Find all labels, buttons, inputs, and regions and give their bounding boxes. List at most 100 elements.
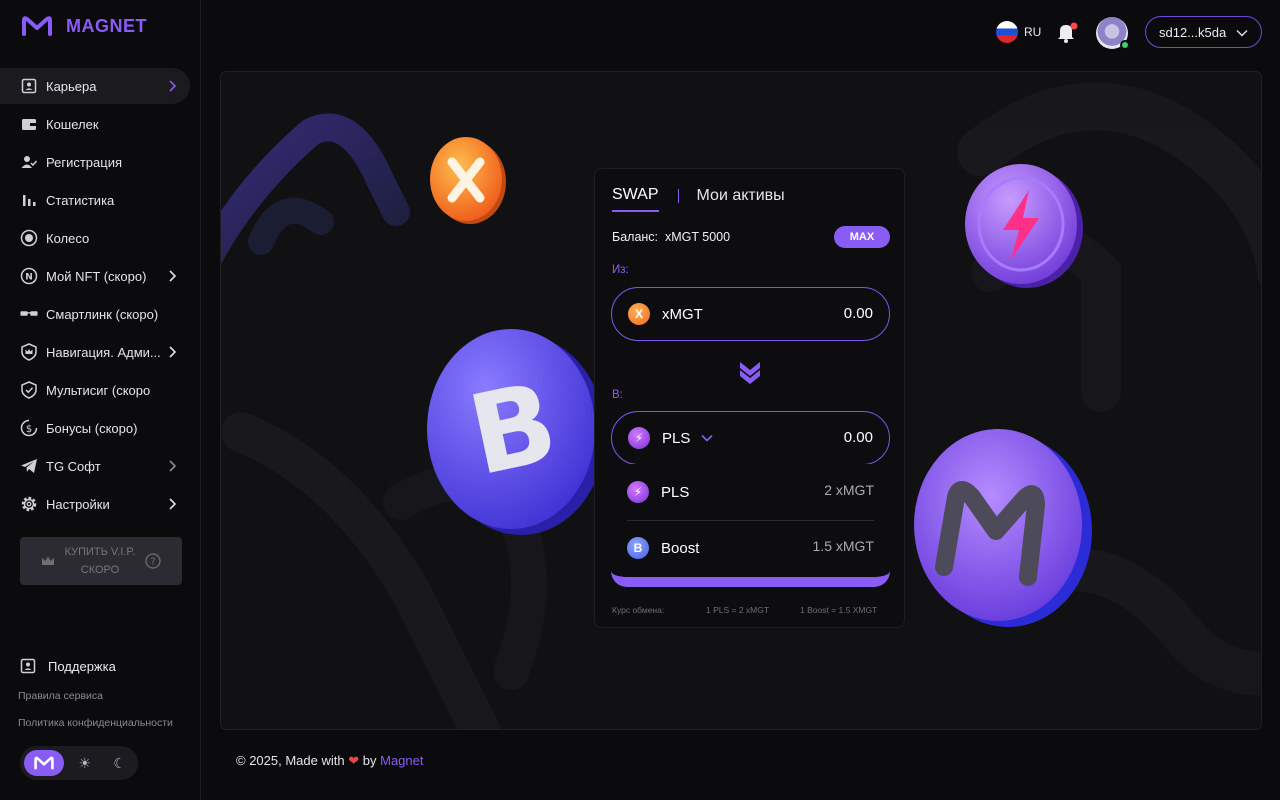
swap-card: SWAP Мои активы Баланс: xMGT 5000 MAX Из… — [594, 168, 905, 628]
user-check-icon — [20, 153, 38, 171]
token-option-name: PLS — [661, 483, 690, 501]
sidebar-item-label: Карьера — [46, 78, 97, 94]
token-dropdown: ⚡ PLS 2 xMGT B Boost 1.5 xMGT — [611, 464, 890, 587]
sun-icon: ☀ — [78, 754, 92, 771]
svg-text:?: ? — [151, 557, 156, 568]
sidebar-item-career[interactable]: Карьера — [0, 68, 190, 104]
online-status-dot — [1120, 40, 1130, 50]
sidebar-item-bonuses[interactable]: $ Бонусы (скоро) — [0, 410, 190, 446]
theme-switcher: ☀ ☾ — [20, 746, 138, 780]
xmgt-token-icon: X — [628, 303, 650, 325]
to-amount-input[interactable]: 0.00 — [844, 429, 873, 446]
privacy-link[interactable]: Политика конфиденциальности — [18, 717, 173, 729]
from-token-field[interactable]: X xMGT 0.00 — [611, 287, 890, 341]
brand-logo[interactable]: MAGNET — [20, 14, 147, 38]
dollar-icon: $ — [20, 419, 38, 437]
footer: © 2025, Made with ❤ by Magnet — [236, 753, 423, 769]
sidebar-item-settings[interactable]: Настройки — [0, 486, 190, 522]
theme-option-dark[interactable]: ☾ — [105, 750, 134, 776]
avatar[interactable] — [1096, 17, 1130, 50]
support-label: Поддержка — [48, 658, 116, 674]
moon-icon: ☾ — [113, 754, 126, 771]
token-option-price: 1.5 xMGT — [812, 538, 874, 554]
chevron-right-icon — [169, 270, 177, 282]
balance-value: xMGT 5000 — [664, 230, 731, 244]
lightning-coin-icon — [965, 164, 1083, 288]
footer-text: © 2025, Made with — [236, 753, 345, 768]
to-token-field[interactable]: ⚡ PLS 0.00 — [611, 411, 890, 465]
from-label: Из: — [612, 264, 629, 276]
balance-label: Баланс: — [612, 230, 659, 244]
tab-separator — [677, 189, 679, 203]
language-code: RU — [1024, 25, 1042, 39]
theme-option-light[interactable]: ☀ — [70, 750, 99, 776]
sidebar-item-my-nft[interactable]: N Мой NFT (скоро) — [0, 258, 190, 294]
bell-icon[interactable] — [1056, 21, 1078, 43]
support-link[interactable]: Поддержка — [20, 658, 116, 674]
crown-shield-icon — [20, 343, 38, 361]
shield-check-icon — [20, 381, 38, 399]
token-option-name: Boost — [661, 539, 700, 557]
swap-tabs: SWAP Мои активы — [612, 186, 785, 212]
chevron-right-icon — [169, 346, 177, 358]
crown-icon — [41, 556, 54, 565]
token-option-price: 2 xMGT — [824, 482, 874, 498]
sidebar-nav: Карьера Кошелек Регистрация Статистика К… — [0, 68, 200, 524]
sidebar-item-label: TG Софт — [46, 458, 101, 474]
swap-direction-icon[interactable] — [737, 359, 763, 385]
sidebar-item-wallet[interactable]: Кошелек — [0, 106, 190, 142]
sidebar-item-label: Смартлинк (скоро) — [46, 306, 159, 322]
sidebar-item-label: Мультисиг (скоро — [46, 382, 151, 398]
wallet-icon — [20, 115, 38, 133]
theme-option-magnet[interactable] — [24, 750, 65, 776]
rate-boost: 1 Boost = 1.5 XMGT — [800, 605, 878, 615]
tab-swap[interactable]: SWAP — [612, 186, 659, 212]
x-coin-icon — [430, 137, 506, 224]
bar-chart-icon — [20, 191, 38, 209]
footer-by: by — [362, 753, 377, 768]
wallet-address: sd12...k5da — [1159, 24, 1227, 40]
bitcoin-coin-icon: B — [427, 329, 605, 535]
profile-card-icon — [20, 77, 38, 95]
sidebar-item-label: Кошелек — [46, 116, 99, 132]
chevron-right-icon — [169, 498, 177, 510]
chevron-down-icon[interactable] — [700, 431, 714, 445]
footer-brand-link[interactable]: Magnet — [380, 753, 423, 768]
token-option-boost[interactable]: B Boost 1.5 xMGT — [627, 520, 874, 576]
chevron-right-icon — [169, 80, 177, 92]
magnet-logo-icon — [34, 756, 54, 770]
sidebar-item-label: Бонусы (скоро) — [46, 420, 138, 436]
sidebar-item-smartlink[interactable]: Смартлинк (скоро) — [0, 296, 190, 332]
sidebar-item-navigation-admin[interactable]: Навигация. Адми... — [0, 334, 190, 370]
to-token-name: PLS — [662, 429, 691, 447]
rules-link[interactable]: Правила сервиса — [18, 690, 103, 702]
chevron-down-icon — [1236, 30, 1248, 37]
svg-text:$: $ — [26, 424, 32, 435]
sidebar-item-registration[interactable]: Регистрация — [0, 144, 190, 180]
russia-flag-icon — [996, 21, 1018, 43]
sidebar: MAGNET Карьера Кошелек Регистрация Стати… — [0, 0, 201, 800]
sidebar-item-label: Статистика — [46, 192, 115, 208]
wallet-address-dropdown[interactable]: sd12...k5da — [1145, 16, 1262, 48]
sidebar-item-statistics[interactable]: Статистика — [0, 182, 190, 218]
nft-icon: N — [20, 267, 38, 285]
token-option-pls[interactable]: ⚡ PLS 2 xMGT — [627, 464, 874, 520]
rate-label: Курс обмена: — [612, 605, 665, 615]
glasses-icon — [20, 305, 38, 323]
tab-my-assets[interactable]: Мои активы — [697, 187, 785, 211]
sidebar-item-label: Колесо — [46, 230, 90, 246]
sidebar-item-label: Настройки — [46, 496, 110, 512]
profile-card-icon — [20, 658, 36, 674]
sidebar-item-label: Мой NFT (скоро) — [46, 268, 147, 284]
max-button[interactable]: MAX — [834, 226, 890, 248]
sidebar-item-multisig[interactable]: Мультисиг (скоро — [0, 372, 190, 408]
brand-name: MAGNET — [66, 15, 147, 36]
magnet-logo-icon — [22, 16, 52, 36]
buy-vip-button[interactable]: КУПИТЬ V.I.P. СКОРО ? — [20, 537, 182, 585]
sidebar-item-tg-soft[interactable]: TG Софт — [0, 448, 190, 484]
language-selector[interactable]: RU — [996, 21, 1041, 43]
lightning-token-icon: ⚡ — [627, 481, 649, 503]
wheel-icon — [20, 229, 38, 247]
from-amount-input[interactable]: 0.00 — [844, 305, 873, 322]
sidebar-item-wheel[interactable]: Колесо — [0, 220, 190, 256]
